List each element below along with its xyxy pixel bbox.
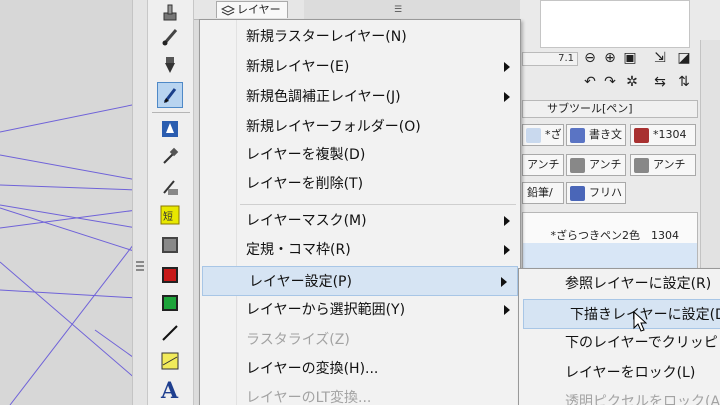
layer-context-menu: 新規ラスターレイヤー(N) 新規レイヤー(E) 新規色調補正レイヤー(J) 新規… (199, 19, 521, 405)
figure-tool-icon[interactable] (157, 232, 183, 258)
subtool-chip[interactable]: *ざらつ (522, 124, 564, 146)
submenu-item-lock-transparent-pixels[interactable]: 透明ピクセルをロック(A (519, 387, 720, 405)
subtool-chip[interactable]: アンチ (630, 154, 696, 176)
brush-size-field[interactable]: 7.1 (522, 52, 578, 66)
menu-item-layer-mask[interactable]: レイヤーマスク(M) (200, 206, 520, 236)
splitter-grip (136, 261, 144, 263)
subtool-chip[interactable]: 鉛筆/ (522, 182, 564, 204)
brush-list-row-selected[interactable] (523, 243, 697, 271)
submenu-item-lock-layer[interactable]: レイヤーをロック(L) (519, 358, 720, 388)
menu-item-convert-layer[interactable]: レイヤーの変換(H)... (200, 354, 520, 384)
frame-tool-icon[interactable] (157, 348, 183, 374)
tab-layer[interactable]: レイヤー (216, 1, 288, 18)
fit-view-icon[interactable]: ▣ (622, 50, 638, 66)
green-color-swatch-icon[interactable] (157, 290, 183, 316)
brush-preset-icon (570, 128, 585, 143)
brush-preset-icon (570, 186, 585, 201)
brush-preset-icon (570, 158, 585, 173)
canvas-guide-lines (0, 103, 137, 405)
menu-item-new-layer[interactable]: 新規レイヤー(E) (200, 52, 520, 82)
panel-menu-icon[interactable]: ☰ (394, 5, 402, 15)
svg-text:A: A (160, 378, 179, 401)
brush-list-name: *ざらつきペン2色 1304 (550, 229, 680, 242)
submenu-arrow-icon (504, 62, 510, 72)
submenu-arrow-icon (504, 245, 510, 255)
submenu-item-set-draft-layer[interactable]: 下描きレイヤーに設定(D (523, 299, 720, 329)
submenu-item-clip-to-layer-below[interactable]: 下のレイヤーでクリッピ (519, 328, 720, 358)
svg-text:短: 短 (163, 210, 173, 223)
rotate-left-icon[interactable]: ↶ (582, 74, 598, 90)
tab-layer-label: レイヤー (237, 3, 281, 16)
subtool-chip[interactable]: *1304 (630, 124, 696, 146)
tool-separator (152, 112, 190, 113)
flip-vertical-icon[interactable]: ⇅ (676, 74, 692, 90)
tool-palette: 短 A (148, 0, 194, 405)
canvas-splitter[interactable] (132, 0, 148, 405)
submenu-arrow-icon (504, 216, 510, 226)
zoom-out-icon[interactable]: ⊖ (582, 50, 598, 66)
line-tool-icon[interactable] (157, 320, 183, 346)
menu-item-ruler-frame[interactable]: 定規・コマ枠(R) (200, 235, 520, 265)
brush-tool-icon[interactable] (157, 24, 183, 50)
zoom-in-icon[interactable]: ⊕ (602, 50, 618, 66)
mirror-icon[interactable]: ◪ (676, 50, 692, 66)
brush-preset-icon (526, 128, 541, 143)
subtool-chip[interactable]: アンチ (522, 154, 564, 176)
menu-item-layer-settings[interactable]: レイヤー設定(P) (202, 266, 518, 296)
drawing-canvas[interactable] (0, 0, 137, 405)
subtool-chip[interactable]: 書き文 (566, 124, 626, 146)
brush-preset-icon (634, 158, 649, 173)
gradient-tool-icon[interactable] (157, 174, 183, 200)
subtool-panel-header: サブツール[ペン] (522, 100, 698, 118)
layer-panel-tab-bar: ☰ レイヤー (194, 0, 402, 20)
menu-item-new-correction-layer[interactable]: 新規色調補正レイヤー(J) (200, 82, 520, 112)
flip-horizontal-icon[interactable]: ⇆ (652, 74, 668, 90)
menu-item-delete-layer[interactable]: レイヤーを削除(T) (200, 169, 520, 199)
menu-item-selection-from-layer[interactable]: レイヤーから選択範囲(Y) (200, 295, 520, 325)
submenu-arrow-icon (501, 277, 507, 287)
mouse-cursor-icon (633, 311, 647, 332)
menu-item-rasterize[interactable]: ラスタライズ(Z) (200, 325, 520, 355)
brush-preview-list[interactable]: *ざらつきペン2色 1304 (522, 212, 698, 272)
pen-tool-icon[interactable] (157, 52, 183, 78)
subtool-chip[interactable]: フリハ (566, 182, 626, 204)
submenu-arrow-icon (504, 305, 510, 315)
pen-nib-tool-icon[interactable] (157, 82, 183, 108)
rotate-right-icon[interactable]: ↷ (602, 74, 618, 90)
red-color-swatch-icon[interactable] (157, 262, 183, 288)
splitter-grip (136, 269, 144, 271)
subtool-chip[interactable]: アンチ (566, 154, 626, 176)
text-tool-icon[interactable]: A (157, 376, 183, 402)
layer-settings-submenu: 参照レイヤーに設定(R) 下描きレイヤーに設定(D 下のレイヤーでクリッピ レイ… (518, 268, 720, 405)
navigator-preview (540, 0, 690, 48)
brush-preset-icon (634, 128, 649, 143)
fill-tool-icon[interactable] (157, 116, 183, 142)
menu-separator (240, 204, 516, 205)
stamp-tool-icon[interactable] (157, 0, 183, 26)
layers-icon (221, 5, 235, 16)
submenu-arrow-icon (504, 92, 510, 102)
menu-item-duplicate-layer[interactable]: レイヤーを複製(D) (200, 140, 520, 170)
menu-item-new-raster-layer[interactable]: 新規ラスターレイヤー(N) (200, 22, 520, 52)
eyedropper-tool-icon[interactable] (157, 144, 183, 170)
submenu-item-set-reference-layer[interactable]: 参照レイヤーに設定(R) (519, 269, 720, 299)
text-balloon-tool-icon[interactable]: 短 (157, 202, 183, 228)
menu-item-lt-conversion[interactable]: レイヤーのLT変換... (200, 383, 520, 405)
flip-icon[interactable]: ⇲ (652, 50, 668, 66)
splitter-grip (136, 265, 144, 267)
reset-rotation-icon[interactable]: ✲ (624, 74, 640, 90)
menu-item-new-layer-folder[interactable]: 新規レイヤーフォルダー(O) (200, 112, 520, 142)
